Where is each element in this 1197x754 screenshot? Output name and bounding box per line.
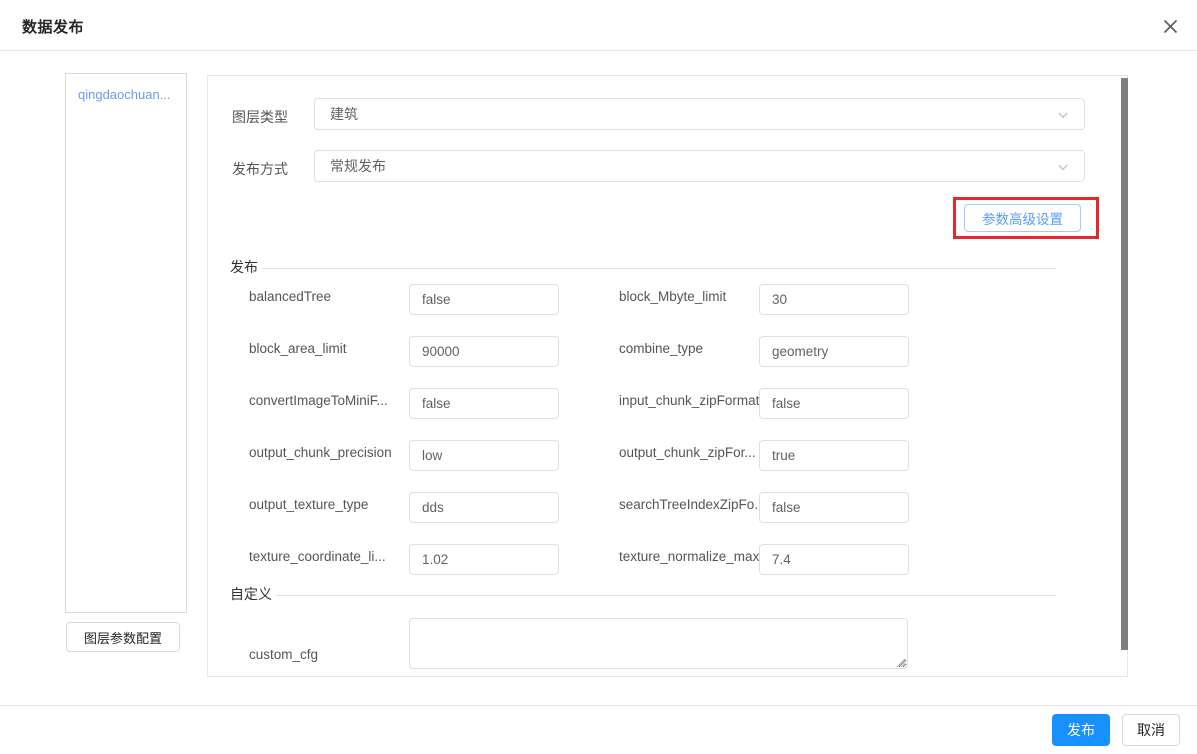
advanced-settings-button[interactable]: 参数高级设置 <box>964 204 1081 232</box>
field-label: output_texture_type <box>249 497 368 512</box>
layer-list-item[interactable]: qingdaochuan... <box>66 74 186 102</box>
dialog-footer: 发布 取消 <box>0 705 1197 754</box>
dialog-title: 数据发布 <box>22 16 84 37</box>
field-label: searchTreeIndexZipFo... <box>619 497 766 512</box>
field-input-combine_type[interactable] <box>759 336 909 367</box>
field-input-searchTreeIndexZipFo[interactable] <box>759 492 909 523</box>
field-input-texture_normalize_max[interactable] <box>759 544 909 575</box>
layer-param-config-button[interactable]: 图层参数配置 <box>66 622 180 652</box>
publish-mode-value: 常规发布 <box>330 156 386 176</box>
field-label: texture_normalize_max <box>619 549 759 564</box>
field-input-block_area_limit[interactable] <box>409 336 559 367</box>
field-input-convertImageToMiniF[interactable] <box>409 388 559 419</box>
publish-mode-select[interactable]: 常规发布 <box>314 150 1085 182</box>
layer-type-select[interactable]: 建筑 <box>314 98 1085 130</box>
field-label: texture_coordinate_li... <box>249 549 386 564</box>
section-divider <box>276 595 1056 596</box>
field-input-block_Mbyte_limit[interactable] <box>759 284 909 315</box>
field-label: block_Mbyte_limit <box>619 289 726 304</box>
scrollbar[interactable] <box>1121 78 1128 650</box>
layer-type-label: 图层类型 <box>232 107 288 127</box>
close-icon <box>1163 19 1178 34</box>
field-label: balancedTree <box>249 289 331 304</box>
field-label: input_chunk_zipFormat <box>619 393 759 408</box>
field-input-output_texture_type[interactable] <box>409 492 559 523</box>
dialog-header: 数据发布 <box>0 0 1197 51</box>
field-input-output_chunk_precision[interactable] <box>409 440 559 471</box>
publish-mode-label: 发布方式 <box>232 159 288 179</box>
section-publish: 发布 <box>230 257 1056 277</box>
field-input-balancedTree[interactable] <box>409 284 559 315</box>
layer-type-value: 建筑 <box>330 104 358 124</box>
field-label: combine_type <box>619 341 703 356</box>
custom-cfg-textarea[interactable] <box>409 618 908 669</box>
layer-list: qingdaochuan... <box>65 73 187 613</box>
close-button[interactable] <box>1158 14 1182 38</box>
field-label: output_chunk_zipFor... <box>619 445 756 460</box>
field-label: output_chunk_precision <box>249 445 392 460</box>
field-input-output_chunk_zipFor[interactable] <box>759 440 909 471</box>
parameter-panel: 图层类型 建筑 发布方式 常规发布 参数高级设置 发布 balancedTree… <box>207 75 1128 677</box>
section-custom-title: 自定义 <box>230 584 272 604</box>
publish-button[interactable]: 发布 <box>1052 714 1110 746</box>
field-input-texture_coordinate_li[interactable] <box>409 544 559 575</box>
section-custom: 自定义 <box>230 584 1056 604</box>
chevron-down-icon <box>1056 160 1070 174</box>
chevron-down-icon <box>1056 108 1070 122</box>
section-divider <box>262 268 1056 269</box>
field-label: block_area_limit <box>249 341 347 356</box>
field-input-input_chunk_zipFormat[interactable] <box>759 388 909 419</box>
field-label: custom_cfg <box>249 647 318 662</box>
field-label: convertImageToMiniF... <box>249 393 388 408</box>
section-publish-title: 发布 <box>230 257 258 277</box>
cancel-button[interactable]: 取消 <box>1122 714 1180 746</box>
data-publish-dialog: 数据发布 qingdaochuan... 图层参数配置 图层类型 建筑 发布方式… <box>0 0 1197 754</box>
